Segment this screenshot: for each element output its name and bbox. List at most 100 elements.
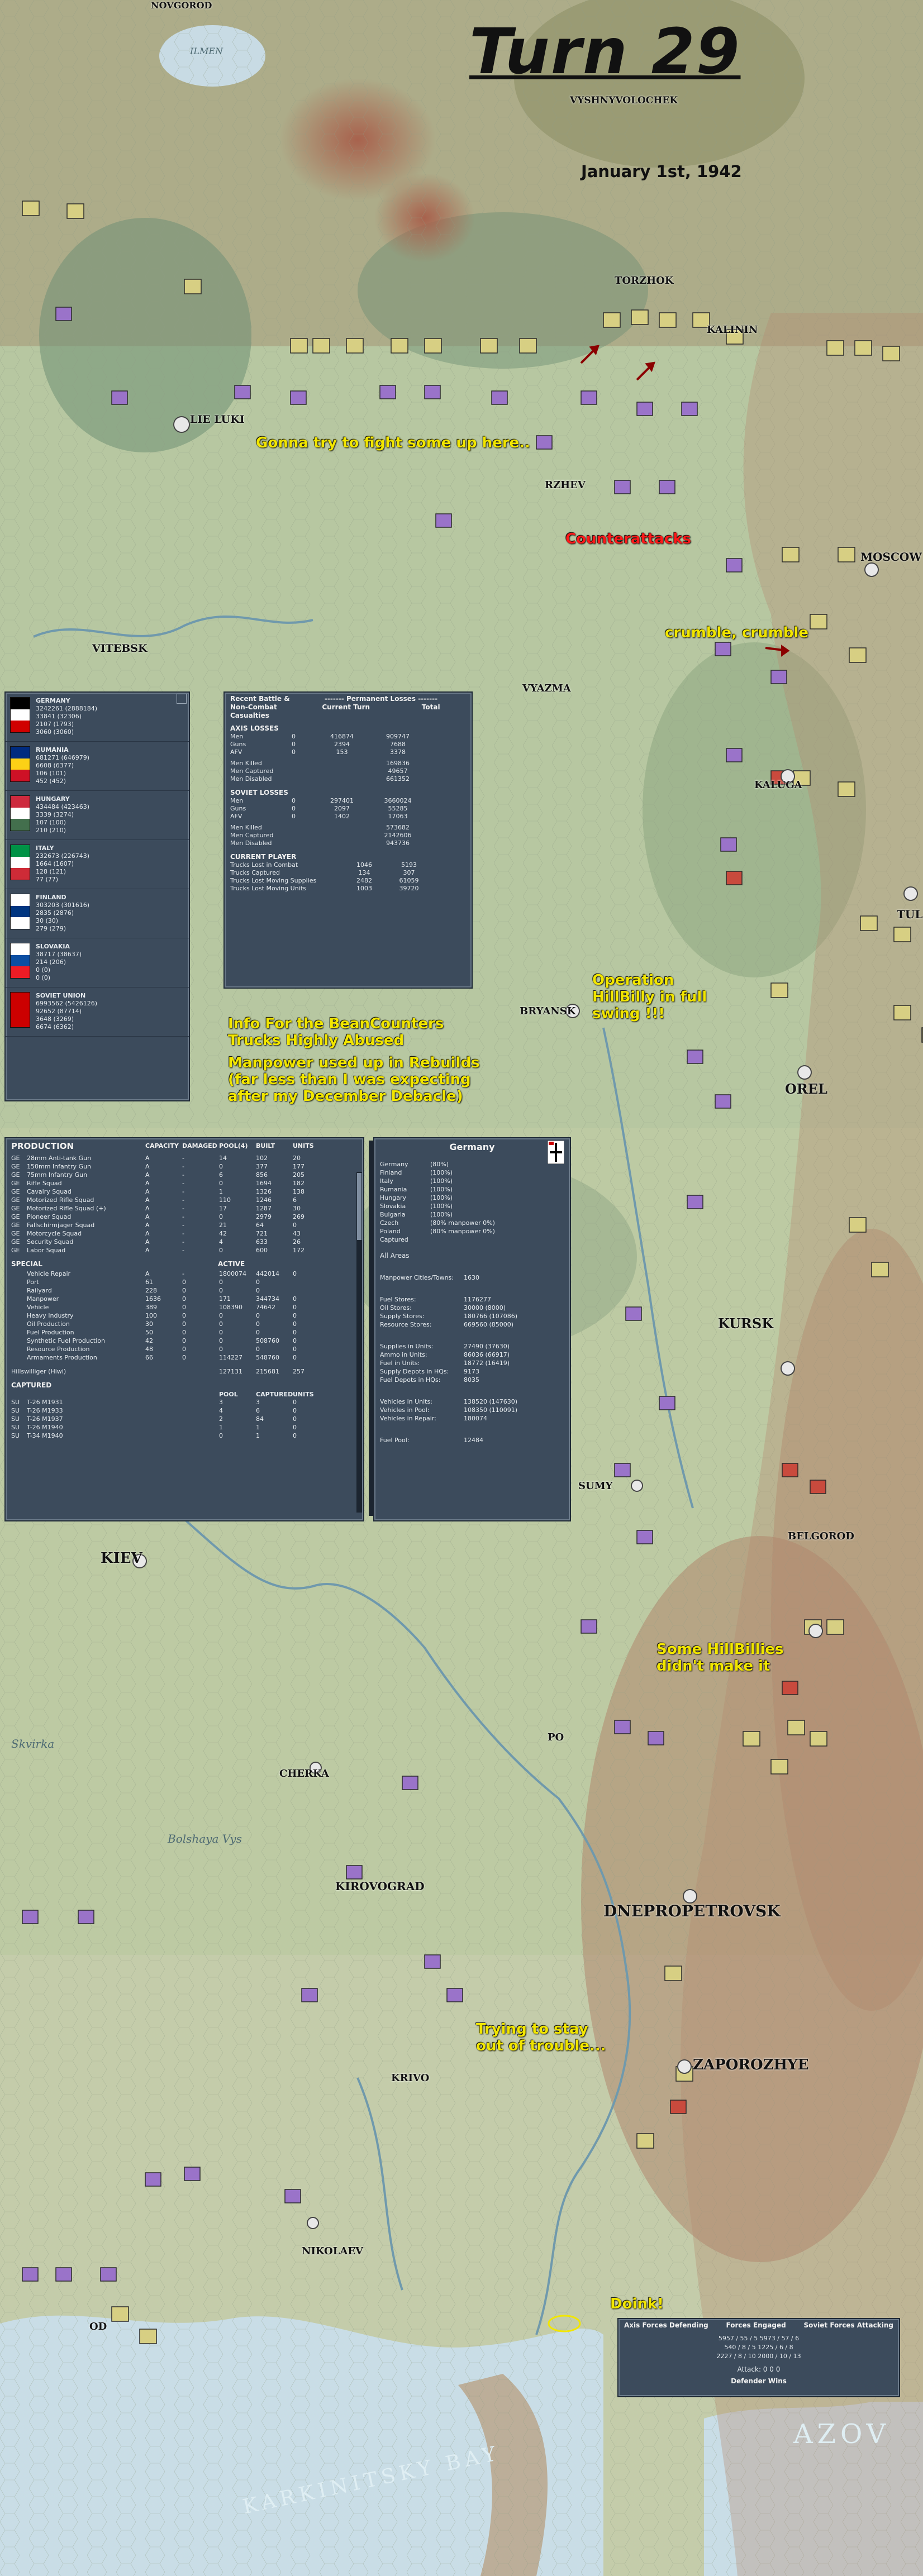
production-column-header: UNITS [293, 1142, 314, 1149]
stat-value: 108350 (110091) [464, 1406, 518, 1414]
stat-row: Vehicles in Pool: 108350 (110091) [380, 1406, 564, 1414]
production-row[interactable]: GE Motorized Rifle Squad (+) A - 17 1287 30 [6, 1204, 363, 1213]
production-pool: 0 [219, 1346, 223, 1353]
captured-item: T-26 M1940 [27, 1424, 63, 1431]
perm-value: 169836 [386, 760, 410, 767]
perm-row: Men Captured 49657 [230, 767, 466, 775]
all-areas[interactable]: All Areas [374, 1244, 570, 1260]
production-capacity: A [145, 1180, 150, 1187]
production-row[interactable]: Heavy Industry 100 0 0 0 0 [6, 1311, 363, 1320]
production-item: Hillswilliger (Hiwi) [11, 1368, 66, 1375]
production-row[interactable]: Armaments Production 66 0 114227 548760 0 [6, 1353, 363, 1362]
production-nation [11, 1311, 27, 1320]
production-title: PRODUCTION [11, 1141, 74, 1151]
production-capacity: 42 [145, 1337, 153, 1344]
close-icon[interactable] [177, 694, 187, 704]
production-damaged: - [182, 1222, 184, 1229]
captured-column-header: CAPTURED [256, 1391, 293, 1398]
loss-label: Guns [230, 805, 246, 812]
production-nation: GE [11, 1222, 20, 1229]
production-units: 269 [293, 1213, 305, 1220]
production-nation [11, 1345, 27, 1353]
production-units [293, 1286, 326, 1295]
production-row[interactable]: Vehicle 389 0 108390 74642 0 [6, 1303, 363, 1311]
production-row[interactable]: Manpower 1636 0 171 344734 0 [6, 1295, 363, 1303]
stat-value: 18772 (16419) [464, 1359, 510, 1367]
flag-band [11, 819, 30, 831]
production-units: 0 [293, 1295, 297, 1303]
city-kalinin: KALININ [707, 324, 758, 336]
production-pool: 4 [219, 1238, 223, 1246]
production-units: 0 [293, 1222, 297, 1229]
production-damaged: - [182, 1205, 184, 1212]
production-row[interactable]: GE Pioneer Squad A - 0 2979 269 [6, 1213, 363, 1221]
production-pool: 0 [219, 1279, 223, 1286]
production-row[interactable]: Hillswilliger (Hiwi) 127131 215681 257 [6, 1367, 363, 1376]
nation-stat: 232673 (226743) [36, 852, 90, 860]
perm-label: Men Captured [230, 832, 274, 839]
production-nation [11, 1270, 27, 1278]
city-kursk: KURSK [718, 1315, 774, 1332]
captured-count: 6 [256, 1407, 260, 1414]
city-kiev: KIEV [101, 1550, 142, 1567]
captured-row[interactable]: SU T-26 M1933 4 6 0 [6, 1406, 363, 1415]
production-built: 0 [256, 1279, 260, 1286]
production-built: 377 [256, 1163, 268, 1170]
note-fight-up-here: Gonna try to fight some up here.. [256, 435, 530, 451]
production-row[interactable]: GE Cavalry Squad A - 1 1326 138 [6, 1187, 363, 1196]
production-row[interactable]: GE 28mm Anti-tank Gun A - 14 102 20 [6, 1154, 363, 1162]
production-row[interactable]: Fuel Production 50 0 0 0 0 [6, 1328, 363, 1337]
stat-value: 1176277 [464, 1296, 491, 1303]
production-row[interactable]: GE Motorized Rifle Squad A - 110 1246 6 [6, 1196, 363, 1204]
stat-row: Manpower Cities/Towns: 1630 [380, 1273, 564, 1282]
captured-row[interactable]: SU T-26 M1931 3 3 0 [6, 1398, 363, 1406]
production-scroll-thumb[interactable] [357, 1173, 361, 1240]
production-item: Heavy Industry [27, 1312, 74, 1319]
production-row[interactable]: GE Labor Squad A - 0 600 172 [6, 1246, 363, 1254]
production-row[interactable]: Oil Production 30 0 0 0 0 [6, 1320, 363, 1328]
nations-list: GERMANY 3242261 (2888184) 33841 (32306) 210… [6, 693, 189, 1037]
captured-row[interactable]: SU T-26 M1940 1 1 0 [6, 1423, 363, 1432]
captured-nation: SU [11, 1407, 20, 1414]
production-capacity: A [145, 1163, 150, 1170]
losses-header-total: Total [421, 703, 440, 711]
losses-header-casualties: Recent Battle & Non-Combat Casualties [230, 695, 290, 719]
stat-label: Supply Depots in HQs: [380, 1368, 449, 1375]
production-row[interactable]: Railyard 228 0 0 0 [6, 1286, 363, 1295]
captured-item: T-34 M1940 [27, 1432, 63, 1439]
nation-flag-icon [10, 845, 30, 880]
loss-total: 909747 [386, 733, 410, 740]
production-row[interactable]: GE 150mm Infantry Gun A - 0 377 177 [6, 1162, 363, 1171]
production-damaged: 0 [182, 1279, 186, 1286]
loss-total: 7688 [390, 741, 406, 748]
production-row[interactable]: Resource Production 48 0 0 0 0 [6, 1345, 363, 1353]
production-row[interactable]: Vehicle Repair A - 1800074 442014 0 [6, 1270, 363, 1278]
label-ilmen: ILMEN [190, 46, 223, 56]
nation-row: HUNGARY 434484 (423463) 3339 (3274) 107 (10… [6, 791, 189, 840]
production-item: Rifle Squad [27, 1180, 62, 1187]
production-row[interactable]: GE 75mm Infantry Gun A - 6 856 205 [6, 1171, 363, 1179]
stat-label: Supplies in Units: [380, 1343, 434, 1350]
production-row[interactable]: GE Rifle Squad A - 0 1694 182 [6, 1179, 363, 1187]
production-units: 0 [293, 1337, 297, 1344]
production-row[interactable]: GE Fallschirmjager Squad A - 21 64 0 [6, 1221, 363, 1229]
captured-row[interactable]: SU T-26 M1937 2 84 0 [6, 1415, 363, 1423]
production-damaged: 0 [182, 1337, 186, 1344]
production-row[interactable]: Port 61 0 0 0 [6, 1278, 363, 1286]
production-item: Motorized Rifle Squad [27, 1196, 94, 1204]
captured-row[interactable]: SU T-34 M1940 0 1 0 [6, 1432, 363, 1440]
production-pool: 0 [219, 1329, 223, 1336]
nation-info: RUMANIA 681271 (646979) 6608 (6377) 106 (10… [36, 746, 89, 786]
germany-scrollbar[interactable] [369, 1141, 374, 1516]
nation-percent-value: (100%) [430, 1203, 453, 1210]
stat-row: Fuel Depots in HQs: 8035 [380, 1376, 564, 1384]
captured-pool: 4 [219, 1407, 223, 1414]
production-row[interactable]: GE Motorcycle Squad A - 42 721 43 [6, 1229, 363, 1238]
production-row[interactable]: Synthetic Fuel Production 42 0 0 508760 0 [6, 1337, 363, 1345]
flag-band [11, 993, 30, 1004]
loss-row: Men 0 297401 3660024 [230, 797, 466, 805]
production-built: 0 [256, 1329, 260, 1336]
production-row[interactable]: GE Security Squad A - 4 633 26 [6, 1238, 363, 1246]
nation-stat: 106 (101) [36, 770, 66, 777]
stat-label: Fuel Depots in HQs: [380, 1376, 441, 1384]
